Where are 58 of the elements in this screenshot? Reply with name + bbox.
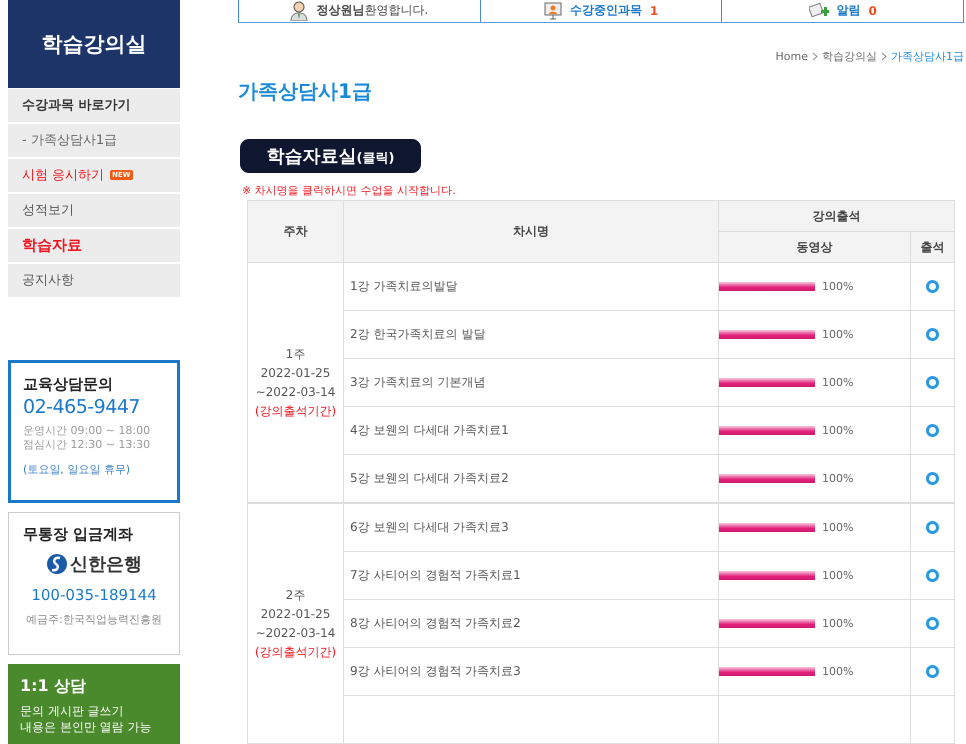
sidebar-item[interactable]: 공지사항 [8,264,180,297]
qna-text: 내용은 본인만 열람 가능 [20,719,152,735]
period-text: (강의출석기간) [254,644,338,660]
date-text: ~2022-03-14 [254,624,336,642]
breadcrumb-link[interactable]: Home [776,50,808,63]
period-text: (강의출석기간) [254,402,338,420]
sidebar-item[interactable]: - 가족상담사1급 [8,124,180,157]
breadcrumb-link[interactable]: 가족상담사1급 [891,48,964,64]
sidebar-item[interactable]: 수강과목 바로가기 [8,88,180,122]
progress-text: 100% [822,280,854,293]
notice-text: ※ 차시명을 클릭하시면 수업을 시작합니다. [242,183,457,198]
welcome-text: 정상원님환영합니다. [316,2,428,20]
page-title: 가족상담사1급 [238,78,373,105]
top-link[interactable]: 알림 [836,2,860,20]
person-icon [290,0,308,21]
progress-text: 100% [822,521,854,534]
column-header: 출석 [910,232,954,262]
count-text: 0 [868,4,877,18]
bank-logo-icon [46,553,68,576]
bank-name: 신한은행 [70,553,142,576]
date-text: 2022-01-25 [260,606,332,622]
column-header: 주차 [248,200,344,262]
closed-note: (토요일, 일요일 휴무) [23,462,132,477]
account-holder: 예금주:한국직업능력진흥원 [26,612,162,628]
column-header: 동영상 [718,232,910,262]
column-header: 차시명 [344,200,718,262]
sidebar-title: 학습강의실 [8,0,180,88]
progress-text: 100% [822,328,854,341]
breadcrumb-link[interactable]: 학습강의실 [822,48,877,64]
qna-text: 문의 게시판 글쓰기 [20,703,125,719]
top-link[interactable]: 수강중인과목 [570,2,642,20]
library-button[interactable]: 학습자료실(클릭) [240,138,421,173]
envelope-plus-icon [808,2,828,20]
account-number: 100-035-189144 [31,586,157,604]
column-header: 강의출석 [718,200,954,232]
phone-number: 02-465-9447 [23,396,142,418]
sidebar-item[interactable]: 성적보기 [8,194,180,227]
chevron-icon [881,52,887,61]
card-title: 1:1 상담 [20,676,88,697]
progress-text: 100% [822,472,854,485]
progress-text: 100% [822,424,854,437]
card-title: 교육상담문의 [23,374,114,394]
hours-text: 점심시간 12:30 ~ 13:30 [23,438,152,452]
hours-text: 운영시간 09:00 ~ 18:00 [23,424,152,438]
qna-card[interactable]: 1:1 상담 문의 게시판 글쓰기 내용은 본인만 열람 가능 [8,664,180,744]
progress-text: 100% [822,376,854,389]
count-text: 1 [650,4,658,18]
card-title: 무통장 입금계좌 [23,525,134,544]
week-text: 2주 [284,586,306,604]
week-text: 1주 [284,346,306,362]
date-text: 2022-01-25 [260,364,332,382]
progress-text: 100% [822,665,854,678]
monitor-icon [544,2,562,20]
chevron-icon [812,52,818,61]
progress-text: 100% [822,569,854,582]
date-text: ~2022-03-14 [254,384,336,400]
progress-text: 100% [822,617,854,630]
sidebar-item[interactable]: 학습자료 [8,228,180,262]
